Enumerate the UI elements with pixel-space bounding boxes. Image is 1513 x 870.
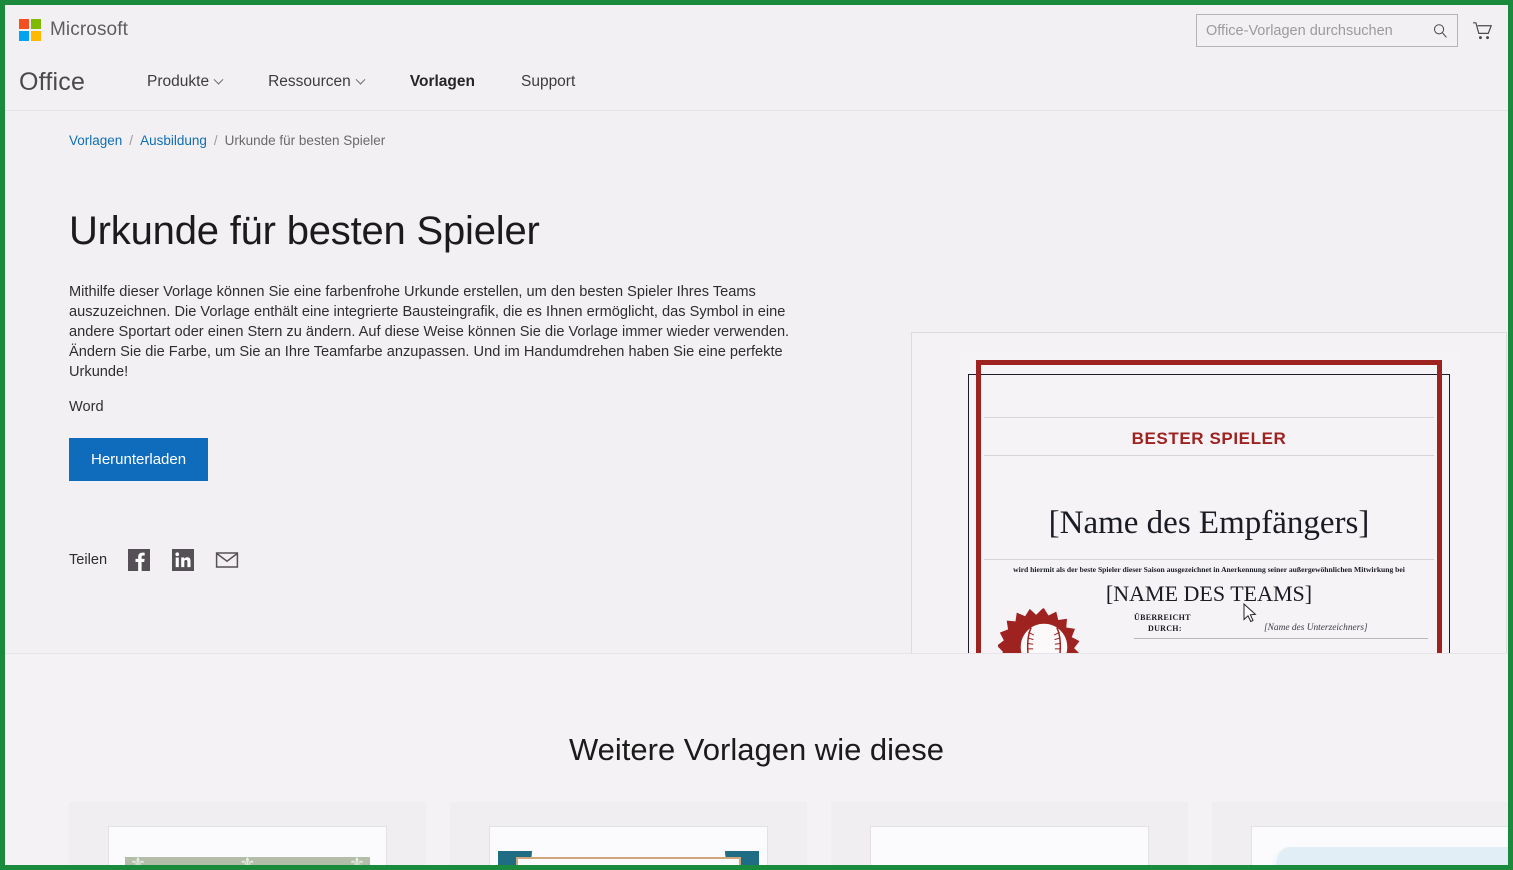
related-card-schule[interactable]: Name der Schule	[1212, 802, 1508, 865]
breadcrumb-separator: /	[129, 133, 133, 148]
certificate-recipient-field: [Name des Empfängers]	[984, 505, 1434, 542]
divider-line	[984, 455, 1434, 456]
nav-item-produkte-label: Produkte	[147, 73, 209, 91]
related-heading: Weitere Vorlagen wie diese	[5, 654, 1508, 768]
certificate-content: BESTER SPIELER [Name des Empfängers] wir…	[984, 369, 1434, 701]
linkedin-icon[interactable]	[171, 548, 195, 572]
microsoft-wordmark: Microsoft	[50, 19, 128, 41]
related-cards-row: ⚜ ⚜ ⚜ NAME IHRER HOCHSCHULE Datum	[69, 802, 1508, 865]
nav-item-vorlagen[interactable]: Vorlagen	[410, 73, 475, 91]
certificate-subtitle: wird hiermit als der beste Spieler diese…	[984, 565, 1434, 574]
hero-text-column: Urkunde für besten Spieler Mithilfe dies…	[69, 208, 829, 481]
nav-item-vorlagen-label: Vorlagen	[410, 73, 475, 91]
nav-item-support-label: Support	[521, 73, 575, 91]
breadcrumb-item-vorlagen[interactable]: Vorlagen	[69, 133, 122, 148]
template-description: Mithilfe dieser Vorlage können Sie eine …	[69, 282, 809, 382]
card-thumbnail: Datum	[489, 826, 768, 865]
shopping-cart-icon[interactable]	[1472, 21, 1494, 41]
download-button[interactable]: Herunterladen	[69, 438, 208, 481]
thumb-inner-frame	[1272, 847, 1508, 865]
office-brand-link[interactable]: Office	[19, 68, 85, 97]
microsoft-top-bar: Microsoft	[5, 5, 1508, 54]
browser-viewport: Microsoft Office Produkte Resso	[0, 0, 1513, 870]
facebook-icon[interactable]	[127, 548, 151, 572]
card-thumbnail	[870, 826, 1149, 865]
divider-line	[984, 559, 1434, 560]
chevron-down-icon	[355, 74, 365, 84]
breadcrumb-separator: /	[214, 133, 218, 148]
presented-by-label-line1: ÜBERREICHT	[1134, 613, 1191, 622]
nav-item-support[interactable]: Support	[521, 73, 575, 91]
search-box[interactable]	[1196, 14, 1458, 47]
card-thumbnail: ⚜ ⚜ ⚜ NAME IHRER HOCHSCHULE	[108, 826, 387, 865]
presented-by-label-line2: DURCH:	[1148, 624, 1182, 633]
nav-item-ressourcen-label: Ressourcen	[268, 73, 351, 91]
breadcrumb-item-current: Urkunde für besten Spieler	[225, 133, 386, 148]
related-templates-section: Weitere Vorlagen wie diese ⚜ ⚜ ⚜ NAME IH…	[5, 653, 1508, 865]
share-label: Teilen	[69, 552, 107, 568]
ornament-icon: ⚜	[237, 853, 259, 865]
hero-section: Urkunde für besten Spieler Mithilfe dies…	[5, 148, 1508, 628]
ornament-icon: ⚜	[346, 853, 368, 865]
breadcrumb: Vorlagen / Ausbildung / Urkunde für best…	[5, 111, 1508, 148]
breadcrumb-item-ausbildung[interactable]: Ausbildung	[140, 133, 207, 148]
nav-item-produkte[interactable]: Produkte	[147, 73, 222, 91]
microsoft-logo-icon	[19, 19, 41, 41]
signature-line	[1134, 638, 1428, 639]
divider-line	[984, 417, 1434, 418]
email-icon[interactable]	[215, 548, 239, 572]
related-card-schlicht[interactable]	[831, 802, 1188, 865]
related-card-hochschule[interactable]: ⚜ ⚜ ⚜ NAME IHRER HOCHSCHULE	[69, 802, 426, 865]
microsoft-logo-link[interactable]: Microsoft	[19, 19, 128, 41]
top-bar-right-group	[1196, 14, 1494, 47]
search-icon[interactable]	[1432, 22, 1449, 39]
related-card-datum[interactable]: Datum	[450, 802, 807, 865]
page-root: Microsoft Office Produkte Resso	[5, 5, 1508, 865]
nav-item-ressourcen[interactable]: Ressourcen	[268, 73, 364, 91]
page-title: Urkunde für besten Spieler	[69, 208, 829, 254]
chevron-down-icon	[214, 74, 224, 84]
app-label: Word	[69, 399, 829, 415]
card-thumbnail: Name der Schule	[1251, 826, 1508, 865]
certificate-title: BESTER SPIELER	[984, 429, 1434, 449]
search-input[interactable]	[1197, 15, 1457, 46]
office-navbar: Office Produkte Ressourcen Vorlagen Supp…	[5, 54, 1508, 111]
thumb-inner-frame	[516, 857, 741, 865]
ornament-icon: ⚜	[127, 853, 149, 865]
signer-field: [Name des Unterzeichners]	[1264, 623, 1368, 633]
share-row: Teilen	[69, 548, 239, 572]
